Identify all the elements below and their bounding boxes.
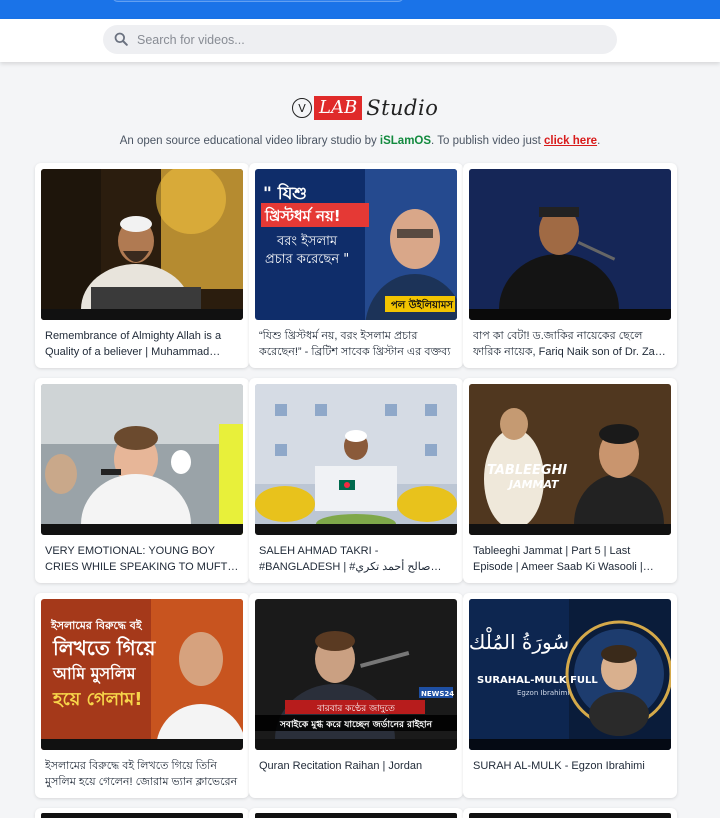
video-thumbnail[interactable]: سُورَةُ المُلْك SURAHAL-MULK FULL Egzon …: [469, 599, 671, 750]
video-card[interactable]: سُورَةُ المُلْك SURAHAL-MULK FULL Egzon …: [463, 593, 677, 798]
video-card[interactable]: VERY EMOTIONAL: YOUNG BOY CRIES WHILE SP…: [35, 378, 249, 583]
video-thumbnail[interactable]: [41, 384, 243, 535]
video-thumbnail[interactable]: [469, 813, 671, 818]
top-header-bar: [0, 0, 720, 19]
logo-studio-text: Studio: [366, 96, 439, 120]
video-title[interactable]: Remembrance of Almighty Allah is a Quali…: [45, 328, 241, 360]
video-title[interactable]: “যিশু খ্রিস্টধর্ম নয়, বরং ইসলাম প্রচার …: [259, 328, 455, 360]
thumb-caption: JAMMAT: [507, 478, 560, 491]
video-thumbnail[interactable]: NEWS24 বারবার কণ্ঠের জাদুতে সবাইকে মুগ্ধ…: [255, 599, 457, 750]
islamos-link[interactable]: iSLamOS: [380, 135, 431, 147]
thumb-caption: বরং ইসলাম: [276, 233, 338, 249]
publish-video-link[interactable]: click here: [544, 135, 597, 147]
video-title[interactable]: Tableeghi Jammat | Part 5 | Last Episode…: [473, 543, 669, 575]
video-thumbnail[interactable]: TABLEEGHI JAMMAT: [469, 384, 671, 535]
video-title[interactable]: SURAH AL-MULK - Egzon Ibrahimi: [473, 758, 669, 774]
thumb-caption: আমি মুসলিম: [52, 663, 137, 684]
video-title[interactable]: SALEH AHMAD TAKRI - #BANGLADESH | #صالح …: [259, 543, 455, 575]
thumb-caption: Egzon Ibrahimi: [517, 689, 569, 697]
video-card[interactable]: SALEH AHMAD TAKRI - #BANGLADESH | #صالح …: [249, 378, 463, 583]
thumbnail-image: TABLEEGHI JAMMAT: [469, 384, 671, 535]
thumb-caption: ইসলামের বিরুদ্ধে বই: [50, 618, 143, 632]
video-thumbnail[interactable]: " যিশু খ্রিস্টধর্ম নয়! বরং ইসলাম প্রচার…: [255, 169, 457, 320]
video-thumbnail[interactable]: [41, 813, 243, 818]
search-input[interactable]: [137, 25, 607, 54]
tagline-middle: . To publish video just: [431, 135, 544, 147]
video-title[interactable]: বাপ কা বেটা! ড.জাকির নায়েকের ছেলে ফারিক…: [473, 328, 669, 360]
thumb-caption: হয়ে গেলাম!: [52, 689, 143, 710]
tagline: An open source educational video library…: [0, 135, 720, 147]
video-title[interactable]: ইসলামের বিরুদ্ধে বই লিখতে গিয়ে তিনি মুস…: [45, 758, 241, 790]
thumbnail-image: [469, 169, 671, 320]
video-thumbnail[interactable]: [255, 384, 457, 535]
video-card[interactable]: বাপ কা বেটা! ড.জাকির নায়েকের ছেলে ফারিক…: [463, 163, 677, 368]
thumb-caption: سُورَةُ المُلْك: [469, 628, 569, 654]
tagline-suffix: .: [597, 135, 601, 147]
video-title[interactable]: VERY EMOTIONAL: YOUNG BOY CRIES WHILE SP…: [45, 543, 241, 575]
search-bar: [0, 19, 720, 62]
thumb-caption: TABLEEGHI: [487, 463, 567, 478]
thumb-caption: পল উইলিয়ামস: [391, 297, 453, 311]
search-icon: [114, 32, 128, 46]
thumb-caption: বারবার কণ্ঠের জাদুতে: [316, 703, 395, 714]
video-card[interactable]: ইসলামের বিরুদ্ধে বই লিখতে গিয়ে আমি মুসল…: [35, 593, 249, 798]
thumbnail-image: ইসলামের বিরুদ্ধে বই লিখতে গিয়ে আমি মুসল…: [41, 599, 243, 750]
video-title[interactable]: Quran Recitation Raihan | Jordan: [259, 758, 455, 774]
thumb-caption: NEWS24: [421, 690, 454, 698]
logo-v-badge: V: [292, 98, 312, 118]
thumbnail-image: سُورَةُ المُلْك SURAHAL-MULK FULL Egzon …: [469, 599, 671, 750]
thumbnail-image: [255, 384, 457, 535]
video-card[interactable]: NEWS24 বারবার কণ্ঠের জাদুতে সবাইকে মুগ্ধ…: [249, 593, 463, 798]
thumb-caption: SURAHAL-MULK FULL: [477, 675, 598, 686]
video-card[interactable]: TABLEEGHI JAMMAT Tableeghi Jammat | Part…: [463, 378, 677, 583]
video-thumbnail[interactable]: ইসলামের বিরুদ্ধে বই লিখতে গিয়ে আমি মুসল…: [41, 599, 243, 750]
thumbnail-image: " যিশু খ্রিস্টধর্ম নয়! বরং ইসলাম প্রচার…: [255, 169, 457, 320]
thumb-caption: প্রচার করেছেন ": [265, 252, 349, 267]
video-thumbnail[interactable]: [255, 813, 457, 818]
thumb-caption: " যিশু: [263, 182, 307, 204]
thumbnail-image: [41, 169, 243, 320]
video-card[interactable]: Remembrance of Almighty Allah is a Quali…: [35, 163, 249, 368]
video-thumbnail[interactable]: [469, 169, 671, 320]
thumbnail-image: [41, 384, 243, 535]
search-box[interactable]: [103, 25, 617, 54]
thumb-caption: খ্রিস্টধর্ম নয়!: [264, 206, 341, 225]
video-card[interactable]: " যিশু খ্রিস্টধর্ম নয়! বরং ইসলাম প্রচার…: [249, 163, 463, 368]
thumb-caption: লিখতে গিয়ে: [52, 636, 157, 660]
header-search-pill[interactable]: [112, 0, 404, 2]
vlab-studio-logo[interactable]: V LAB Studio: [292, 93, 438, 123]
video-thumbnail[interactable]: [41, 169, 243, 320]
thumbnail-image: NEWS24 বারবার কণ্ঠের জাদুতে সবাইকে মুগ্ধ…: [255, 599, 457, 750]
tagline-prefix: An open source educational video library…: [119, 135, 380, 147]
logo-lab-text: LAB: [314, 96, 363, 120]
thumb-caption: সবাইকে মুগ্ধ করে যাচ্ছেন জর্ডানের রাইহান: [279, 718, 433, 731]
